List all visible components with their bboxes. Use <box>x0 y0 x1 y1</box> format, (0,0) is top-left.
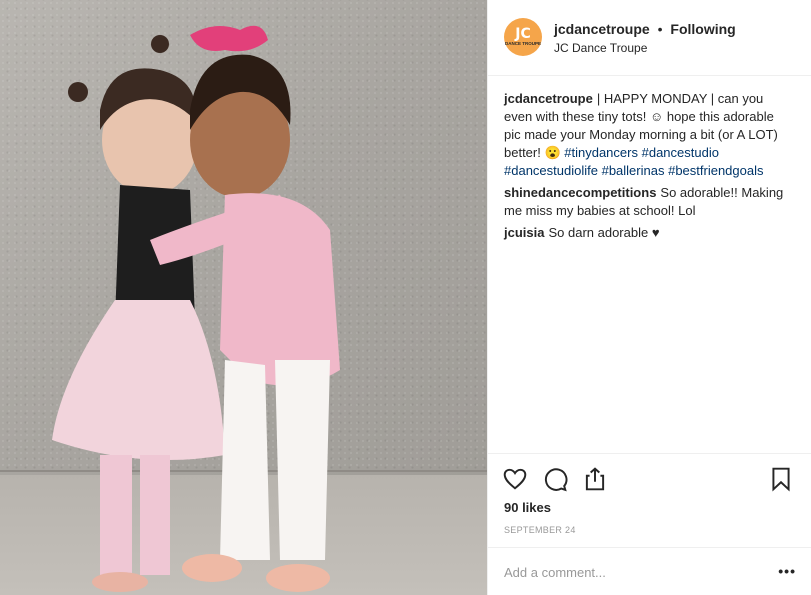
hashtag-link[interactable]: #bestfriendgoals <box>668 163 763 178</box>
header-separator: • <box>657 21 663 37</box>
hashtag-link[interactable]: #tinydancers <box>564 145 638 160</box>
post-details-panel: JC DANCE TROUPE jcdancetroupe • Followin… <box>487 0 811 595</box>
more-options-button[interactable]: ••• <box>778 563 796 579</box>
hashtag-link[interactable]: #ballerinas <box>602 163 665 178</box>
caption: jcdancetroupe | HAPPY MONDAY | can you ev… <box>504 90 794 180</box>
left-girl-tutu <box>52 300 225 460</box>
add-comment-input[interactable] <box>504 562 744 582</box>
likes-count[interactable]: 90 likes <box>504 500 551 515</box>
post-photo[interactable] <box>0 0 487 595</box>
header-line: jcdancetroupe • Following <box>554 21 736 37</box>
comment-username-link[interactable]: shinedancecompetitions <box>504 185 656 200</box>
heart-icon[interactable] <box>502 466 528 492</box>
comment-username-link[interactable]: jcuisia <box>504 225 544 240</box>
following-button[interactable]: Following <box>670 21 735 37</box>
avatar-logo-text: JC <box>515 26 531 43</box>
post-header: JC DANCE TROUPE jcdancetroupe • Followin… <box>488 0 811 76</box>
hashtag-link[interactable]: #dancestudio <box>642 145 719 160</box>
bookmark-icon[interactable] <box>768 466 794 492</box>
action-bar <box>488 453 811 503</box>
comment-bubble-icon[interactable] <box>542 466 568 492</box>
header-username-link[interactable]: jcdancetroupe <box>554 21 650 37</box>
photo-subjects <box>52 25 340 592</box>
hashtag-link[interactable]: #dancestudiolife <box>504 163 598 178</box>
avatar[interactable]: JC DANCE TROUPE <box>504 18 542 56</box>
add-comment-bar: ••• <box>488 547 811 595</box>
avatar-logo-subtext: DANCE TROUPE <box>504 41 541 47</box>
share-icon[interactable] <box>582 466 608 492</box>
comment-item: jcuisia So darn adorable ♥ <box>504 224 794 242</box>
caption-username-link[interactable]: jcdancetroupe <box>504 91 593 106</box>
comment-item: shinedancecompetitions So adorable!! Maki… <box>504 184 794 220</box>
header-full-name: JC Dance Troupe <box>554 41 648 55</box>
comment-text: So darn adorable ♥ <box>548 225 660 240</box>
comments-list: jcdancetroupe | HAPPY MONDAY | can you ev… <box>504 90 794 246</box>
post-date: SEPTEMBER 24 <box>504 525 576 535</box>
hair-bow <box>190 25 268 52</box>
